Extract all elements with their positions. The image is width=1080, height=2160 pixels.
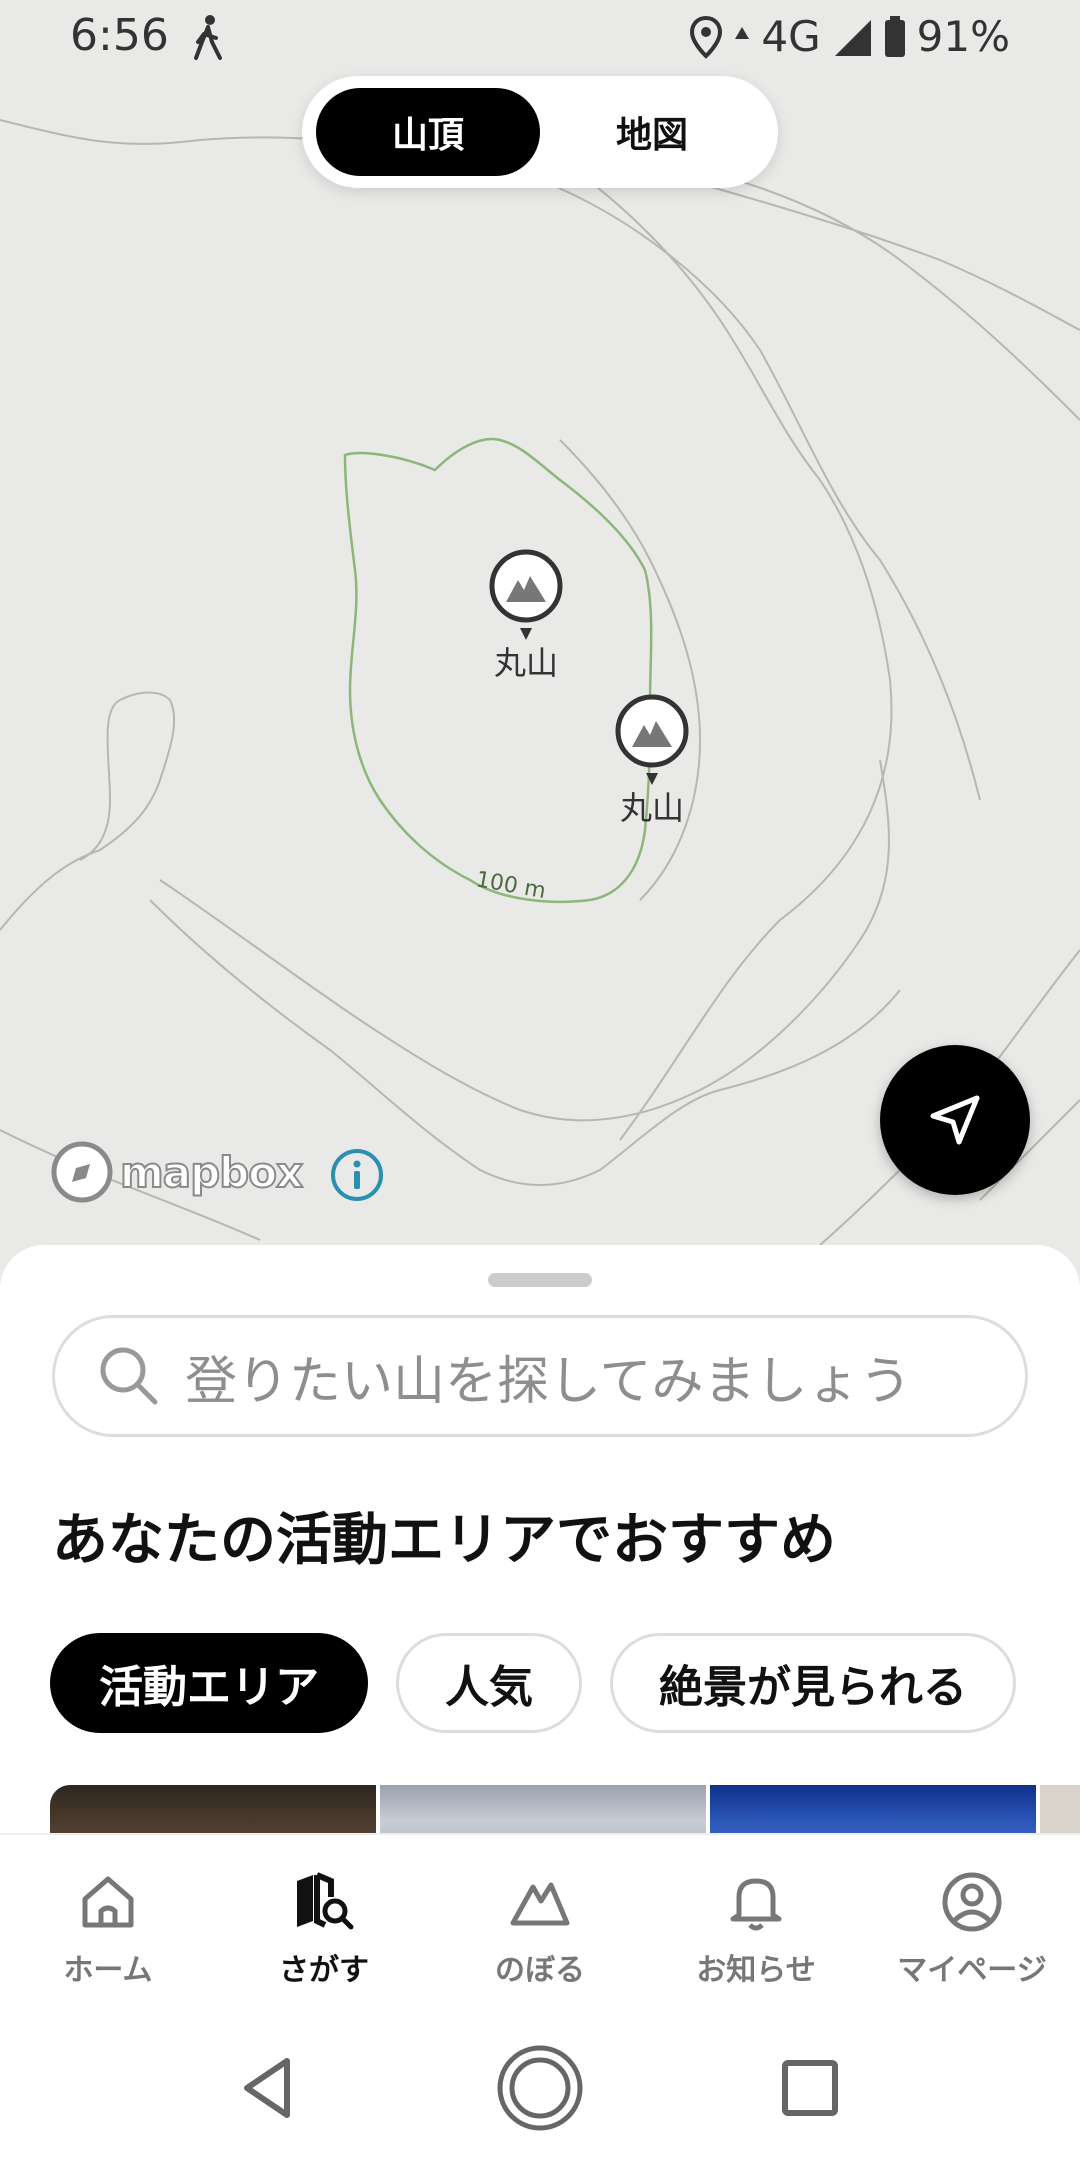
navigation-arrow-icon (930, 1095, 980, 1145)
nav-home[interactable]: ホーム (0, 1835, 216, 2003)
view-mode-toggle: 山頂 地図 (302, 76, 778, 188)
search-icon (100, 1347, 158, 1405)
battery-level: 91% (916, 12, 1010, 61)
mountain-card-thumbnails (50, 1785, 1080, 1835)
mountain-card-image[interactable] (1040, 1785, 1080, 1835)
data-arrow-icon (735, 26, 750, 39)
map-search-icon (297, 1872, 354, 1930)
mountain-card-image[interactable] (710, 1785, 1036, 1835)
mountain-pin-icon (615, 694, 689, 785)
nav-label: さがす (279, 1953, 369, 1988)
mountain-pin-icon (489, 549, 563, 640)
back-icon[interactable] (225, 2043, 315, 2133)
chip-popular[interactable]: 人気 (396, 1633, 582, 1733)
bottom-sheet: 登りたい山を探してみましょう あなたの活動エリアでおすすめ 活動エリア 人気 絶… (0, 1245, 1080, 1835)
search-input[interactable]: 登りたい山を探してみましょう (52, 1315, 1028, 1437)
filter-chips: 活動エリア 人気 絶景が見られる (50, 1633, 1016, 1733)
nav-label: お知らせ (696, 1953, 816, 1988)
peak-marker[interactable]: 丸山 (612, 693, 692, 829)
locate-button[interactable] (880, 1045, 1030, 1195)
summit-tab[interactable]: 山頂 (316, 88, 540, 176)
recents-icon[interactable] (765, 2043, 855, 2133)
map-view[interactable]: 100 m 丸山 丸山 mapbox (0, 0, 1080, 1262)
contour-label: 100 m (474, 867, 548, 904)
mountain-card-image[interactable] (50, 1785, 376, 1835)
chip-scenic-view[interactable]: 絶景が見られる (610, 1633, 1016, 1733)
info-icon[interactable] (330, 1148, 384, 1202)
peak-name: 丸山 (619, 789, 684, 827)
bottom-nav: ホーム さがす のぼる お知らせ マイページ (0, 1833, 1080, 2003)
location-icon (690, 15, 723, 59)
mapbox-wordmark: mapbox (119, 1147, 304, 1198)
nav-climb[interactable]: のぼる (432, 1835, 648, 2003)
user-icon (942, 1872, 1002, 1932)
mountain-icon (510, 1882, 570, 1926)
bell-icon (730, 1878, 782, 1931)
nav-mypage[interactable]: マイページ (864, 1835, 1080, 2003)
nav-notifications[interactable]: お知らせ (648, 1835, 864, 2003)
nav-label: ホーム (63, 1953, 153, 1988)
sheet-handle[interactable] (488, 1273, 592, 1287)
search-placeholder: 登りたい山を探してみましょう (185, 1351, 912, 1412)
battery-icon (884, 15, 905, 57)
status-bar: 6:56 4G 91% (0, 0, 1080, 80)
peak-name: 丸山 (493, 644, 558, 682)
signal-icon (834, 19, 871, 56)
nav-label: マイページ (897, 1953, 1047, 1988)
nav-search[interactable]: さがす (216, 1835, 432, 2003)
mountain-card-image[interactable] (380, 1785, 706, 1835)
home-icon (82, 1876, 134, 1928)
peak-marker[interactable]: 丸山 (486, 548, 566, 684)
nav-label: のぼる (495, 1953, 585, 1988)
network-type: 4G (761, 12, 821, 61)
home-circle-icon[interactable] (495, 2043, 585, 2133)
walk-icon (194, 15, 222, 60)
chip-activity-area[interactable]: 活動エリア (50, 1633, 368, 1733)
mapbox-logo[interactable]: mapbox (50, 1140, 304, 1204)
mapbox-icon (51, 1141, 113, 1203)
map-tab[interactable]: 地図 (540, 88, 764, 176)
status-time: 6:56 (70, 10, 169, 61)
system-nav-bar (0, 2003, 1080, 2160)
section-title: あなたの活動エリアでおすすめ (52, 1508, 836, 1573)
